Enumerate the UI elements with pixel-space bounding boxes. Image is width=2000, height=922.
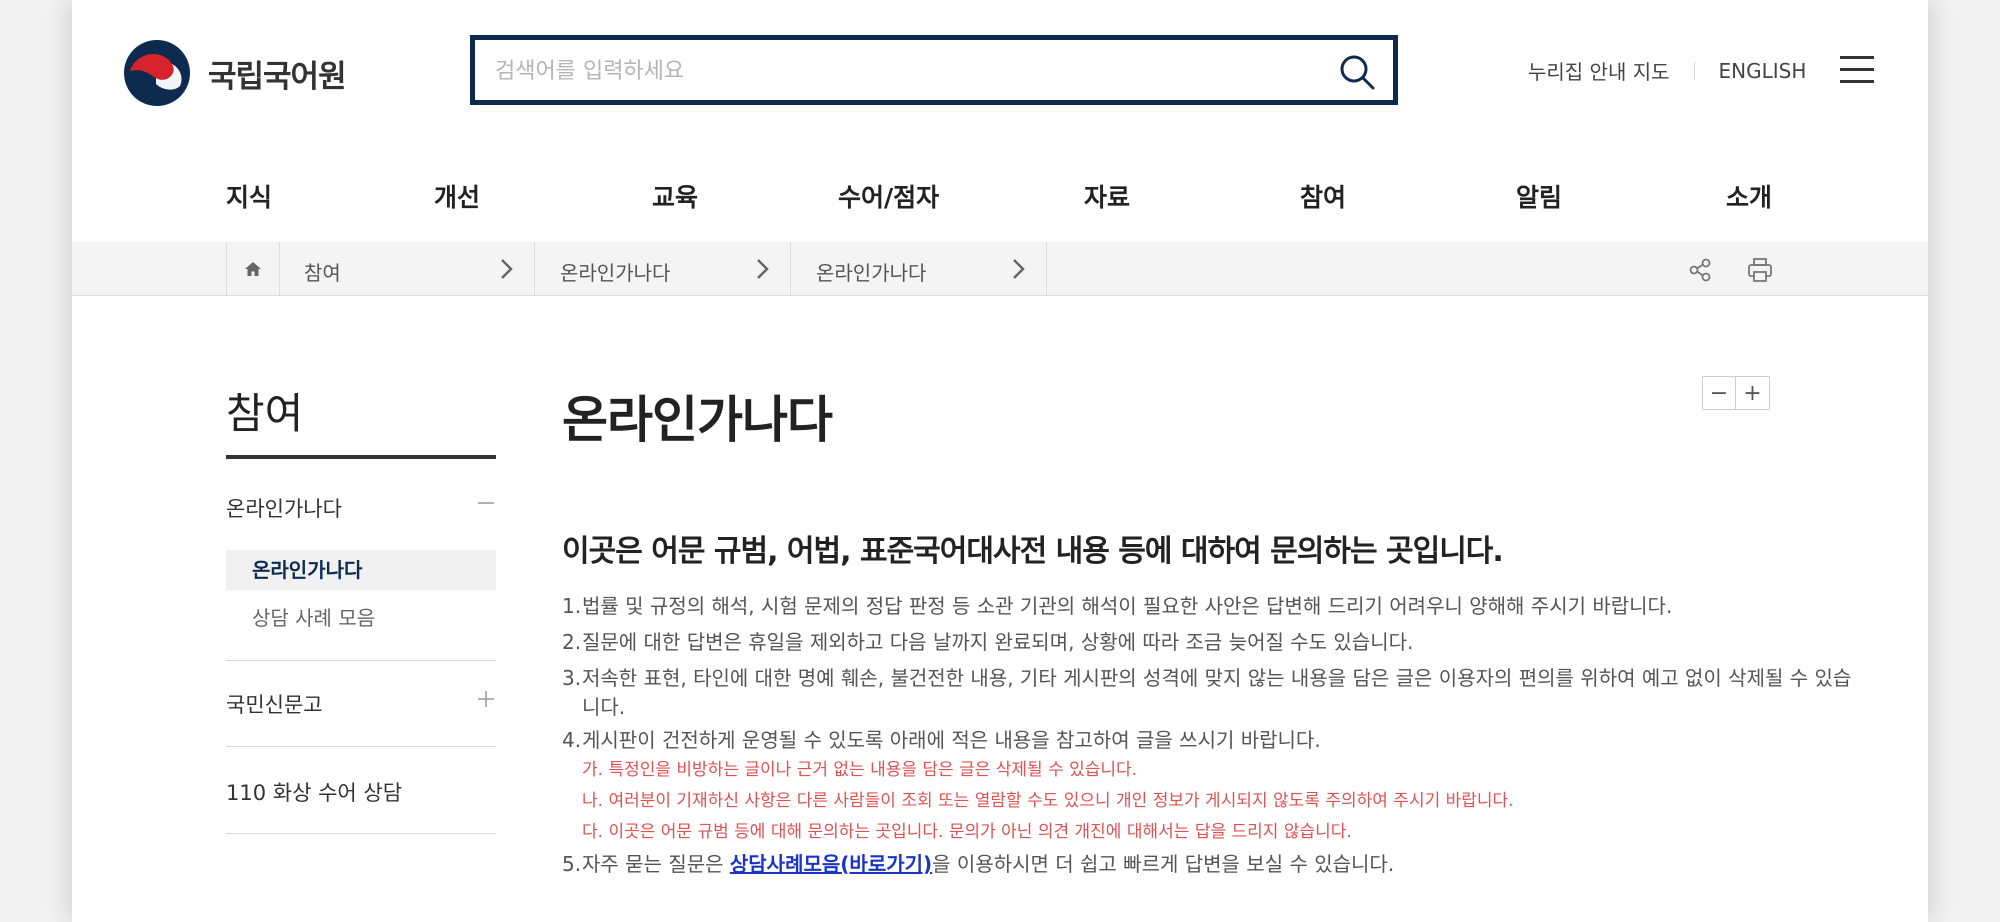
rule-text: 저속한 표현, 타인에 대한 명예 훼손, 불건전한 내용, 기타 게시판의 성…: [582, 666, 1852, 719]
zoom-in-button[interactable]: +: [1736, 376, 1770, 410]
breadcrumb-label: 참여: [304, 261, 341, 285]
rule-item: 2. 질문에 대한 답변은 휴일을 제외하고 다음 날까지 완료되며, 상황에 …: [562, 628, 1852, 657]
rule-number: 4.: [562, 728, 582, 752]
rule-number: 2.: [562, 630, 582, 654]
all-menu-button[interactable]: [1840, 56, 1874, 84]
side-navigation: 참여 온라인가나다 온라인가나다 상담 사례 모음 국민신문고 110 화상 수…: [226, 380, 496, 834]
gnb-item-about[interactable]: 소개: [1726, 178, 1772, 214]
sub-rule-item: 다. 이곳은 어문 규범 등에 대해 문의하는 곳입니다. 문의가 아닌 의견 …: [582, 822, 1352, 842]
side-nav-subitem-case-collection[interactable]: 상담 사례 모음: [226, 598, 496, 638]
page: 국립국어원 누리집 안내 지도 ENGLISH 지식 개선 교육 수어: [72, 0, 1928, 922]
chevron-right-icon: [1013, 259, 1025, 279]
util-divider: [1693, 61, 1695, 80]
side-nav-group-label: 온라인가나다: [226, 497, 342, 521]
gnb-item-education[interactable]: 교육: [652, 178, 698, 214]
zoom-out-button[interactable]: −: [1702, 376, 1736, 410]
search-box: [470, 35, 1398, 105]
print-icon[interactable]: [1746, 256, 1774, 284]
english-link[interactable]: ENGLISH: [1719, 59, 1807, 83]
side-nav-divider: [226, 833, 496, 834]
gnb-item-resources[interactable]: 자료: [1084, 178, 1130, 214]
minus-icon: [478, 502, 494, 504]
side-nav-group-sign-language[interactable]: 110 화상 수어 상담: [226, 777, 496, 807]
hamburger-icon: [1840, 56, 1874, 59]
page-title: 온라인가나다: [562, 391, 833, 449]
gnb-item-participation[interactable]: 참여: [1300, 178, 1346, 214]
gnb-item-notice[interactable]: 알림: [1516, 178, 1562, 214]
side-nav-group-sinmungo[interactable]: 국민신문고: [226, 689, 496, 719]
font-size-controls: − +: [1702, 376, 1770, 410]
home-icon: [245, 261, 261, 276]
gnb-item-sign-braille[interactable]: 수어/점자: [838, 178, 939, 214]
rule-item: 1. 법률 및 규정의 해석, 시험 문제의 정답 판정 등 소관 기관의 해석…: [562, 592, 1852, 621]
breadcrumb-item-online-ganada[interactable]: 온라인가나다: [534, 242, 791, 295]
faq-shortcut-link[interactable]: 상담사례모음(바로가기): [730, 852, 932, 876]
side-nav-subitem-online-ganada[interactable]: 온라인가나다: [226, 550, 496, 590]
rule-text: 질문에 대한 답변은 휴일을 제외하고 다음 날까지 완료되며, 상황에 따라 …: [582, 630, 1414, 654]
gnb-item-improvement[interactable]: 개선: [434, 178, 480, 214]
breadcrumb-item-current[interactable]: 온라인가나다: [790, 242, 1047, 295]
rule-text: 법률 및 규정의 해석, 시험 문제의 정답 판정 등 소관 기관의 해석이 필…: [582, 594, 1673, 618]
side-nav-divider: [226, 746, 496, 747]
breadcrumb: 참여 온라인가나다 온라인가나다: [72, 242, 1928, 296]
side-nav-title: 참여: [226, 380, 496, 459]
sitemap-link[interactable]: 누리집 안내 지도: [1528, 56, 1670, 85]
rules-list: 1. 법률 및 규정의 해석, 시험 문제의 정답 판정 등 소관 기관의 해석…: [562, 592, 1852, 879]
breadcrumb-item-participation[interactable]: 참여: [278, 242, 535, 295]
side-nav-divider: [226, 660, 496, 661]
plus-icon: [478, 691, 494, 707]
search-input[interactable]: [493, 52, 1297, 90]
rule-item: 3. 저속한 표현, 타인에 대한 명예 훼손, 불건전한 내용, 기타 게시판…: [562, 664, 1852, 722]
rule-number: 1.: [562, 594, 582, 618]
logo-emblem-icon: [124, 40, 190, 106]
rule-text-prefix: 자주 묻는 질문은: [582, 852, 730, 876]
rule-number: 5.: [562, 852, 582, 876]
breadcrumb-label: 온라인가나다: [560, 261, 671, 285]
hamburger-icon-bar: [1840, 68, 1874, 71]
sub-rule-item: 나. 여러분이 기재하신 사항은 다른 사람들이 조회 또는 열람할 수도 있으…: [582, 791, 1514, 811]
main-navigation: 지식 개선 교육 수어/점자 자료 참여 알림 소개: [72, 150, 1928, 243]
site-header: 국립국어원 누리집 안내 지도 ENGLISH: [72, 0, 1928, 151]
intro-heading: 이곳은 어문 규범, 어법, 표준국어대사전 내용 등에 대하여 문의하는 곳입…: [562, 534, 1504, 569]
content-header: 온라인가나다: [562, 380, 1852, 452]
rule-item: 4. 게시판이 건전하게 운영될 수 있도록 아래에 적은 내용을 참고하여 글…: [562, 726, 1852, 755]
sub-rule-item: 가. 특정인을 비방하는 글이나 근거 없는 내용을 담은 글은 삭제될 수 있…: [582, 760, 1138, 780]
rule-text: 게시판이 건전하게 운영될 수 있도록 아래에 적은 내용을 참고하여 글을 쓰…: [582, 728, 1321, 752]
utility-links: 누리집 안내 지도 ENGLISH: [1528, 56, 1806, 85]
logo-text: 국립국어원: [208, 58, 347, 95]
hamburger-icon-bar: [1840, 80, 1874, 83]
side-nav-group-online-ganada[interactable]: 온라인가나다: [226, 493, 496, 523]
chevron-right-icon: [501, 259, 513, 279]
site-logo[interactable]: 국립국어원: [122, 38, 347, 108]
side-nav-group-label: 110 화상 수어 상담: [226, 781, 403, 805]
search-button[interactable]: [1335, 50, 1379, 94]
breadcrumb-home[interactable]: [226, 242, 280, 295]
rule-number: 3.: [562, 666, 582, 690]
chevron-right-icon: [757, 259, 769, 279]
share-icon[interactable]: [1686, 256, 1714, 284]
rule-text-suffix: 을 이용하시면 더 쉽고 빠르게 답변을 보실 수 있습니다.: [932, 852, 1395, 876]
gnb-item-knowledge[interactable]: 지식: [226, 178, 272, 214]
breadcrumb-label: 온라인가나다: [816, 261, 927, 285]
side-nav-group-label: 국민신문고: [226, 693, 323, 717]
rule-item: 5. 자주 묻는 질문은 상담사례모음(바로가기)을 이용하시면 더 쉽고 빠르…: [562, 850, 1852, 879]
search-icon: [1340, 55, 1375, 90]
